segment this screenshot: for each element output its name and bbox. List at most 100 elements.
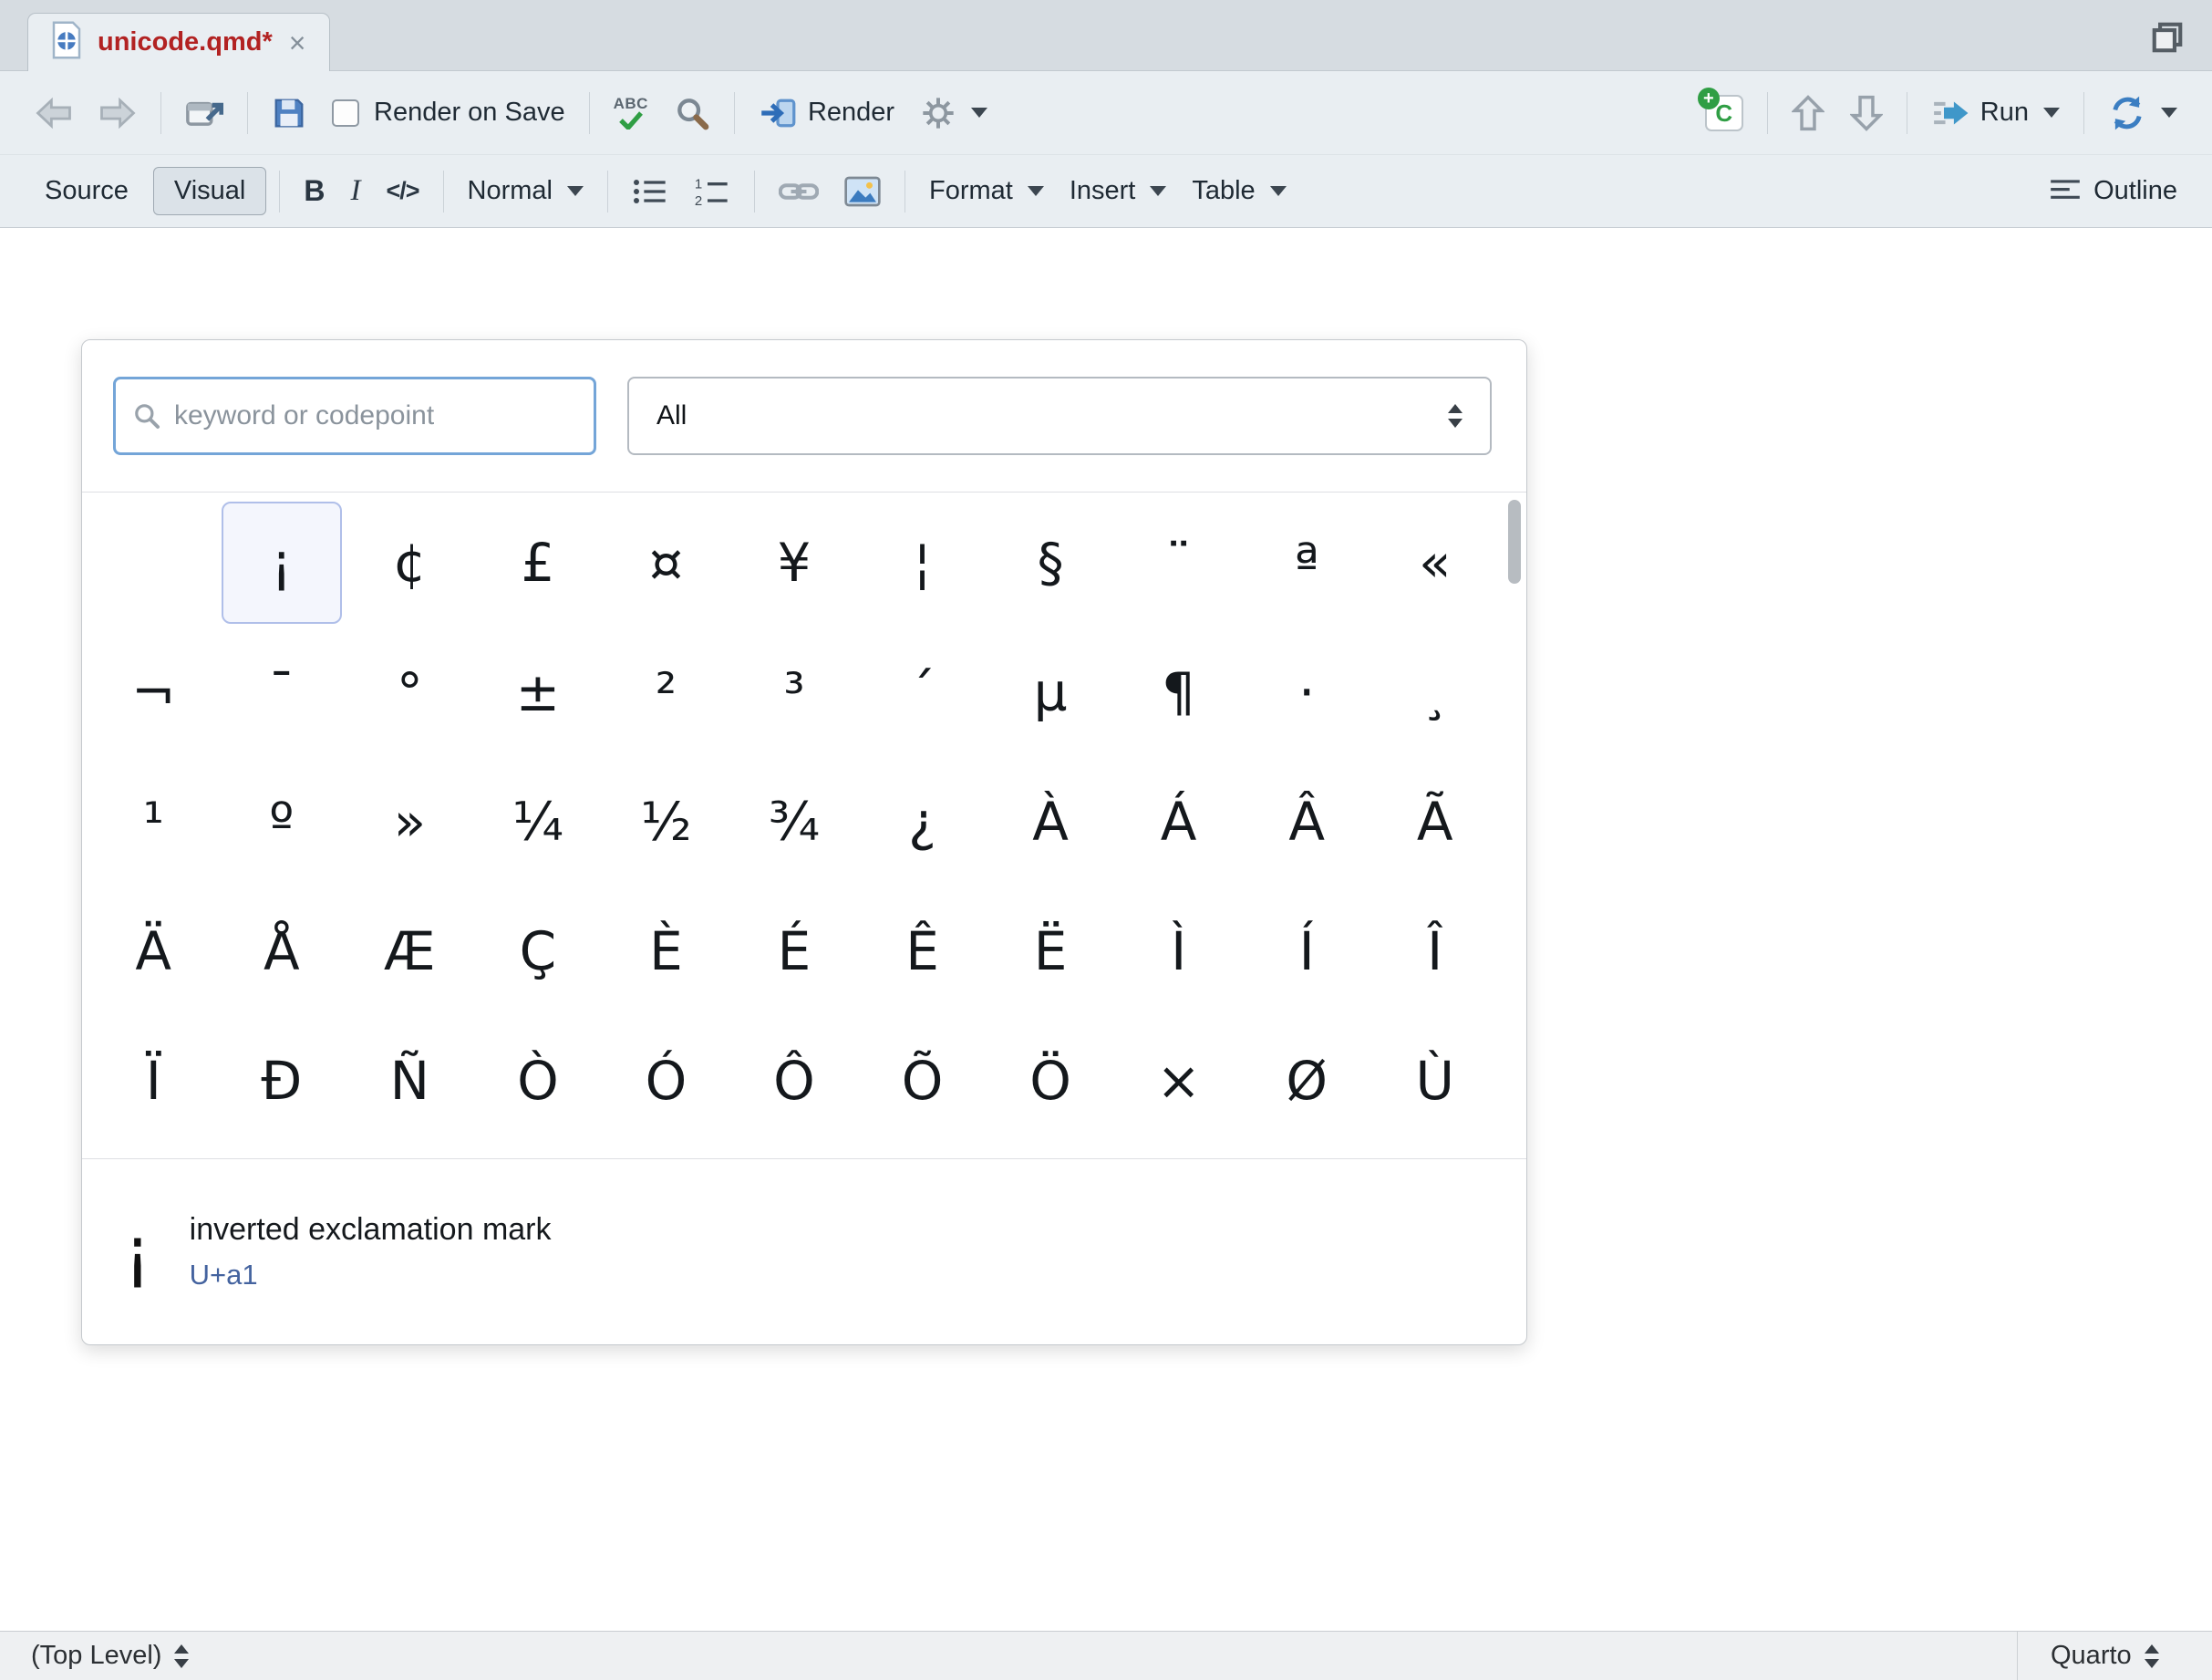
next-chunk-button[interactable]: [1839, 88, 1894, 139]
symbol-cell[interactable]: ¯: [222, 631, 343, 753]
symbol-cell[interactable]: ×: [1118, 1020, 1239, 1142]
symbol-cell[interactable]: Ô: [734, 1020, 855, 1142]
symbol-cell[interactable]: ¢: [349, 502, 470, 624]
symbol-cell[interactable]: Ã: [1374, 761, 1495, 883]
spellcheck-icon: ABC: [614, 96, 648, 130]
insert-chunk-button[interactable]: C +: [1694, 88, 1754, 139]
symbol-cell[interactable]: Õ: [862, 1020, 983, 1142]
find-button[interactable]: [663, 88, 721, 139]
numbered-list-button[interactable]: 1 2: [683, 169, 741, 214]
symbol-cell[interactable]: Ù: [1374, 1020, 1495, 1142]
symbol-cell[interactable]: Á: [1118, 761, 1239, 883]
symbol-cell[interactable]: Ö: [990, 1020, 1111, 1142]
tab-close-icon[interactable]: ×: [287, 28, 308, 57]
symbol-cell[interactable]: Î: [1374, 890, 1495, 1012]
symbol-cell[interactable]: Í: [1246, 890, 1368, 1012]
format-dropdown[interactable]: Format: [918, 169, 1055, 213]
image-button[interactable]: [833, 169, 892, 214]
symbol-cell[interactable]: ¶: [1118, 631, 1239, 753]
source-mode-button[interactable]: Source: [24, 167, 150, 215]
symbol-cell[interactable]: Ç: [478, 890, 599, 1012]
source-menu-button[interactable]: [2097, 87, 2188, 140]
outline-toggle[interactable]: Outline: [2037, 169, 2188, 213]
symbol-cell[interactable]: ¼: [478, 761, 599, 883]
symbol-cell[interactable]: ª: [1246, 502, 1368, 624]
symbol-category-select[interactable]: All: [627, 377, 1492, 455]
symbol-cell[interactable]: Ó: [605, 1020, 727, 1142]
symbol-cell[interactable]: §: [990, 502, 1111, 624]
open-in-new-window-button[interactable]: [174, 88, 234, 138]
back-button[interactable]: [24, 89, 84, 137]
visual-mode-button[interactable]: Visual: [153, 167, 266, 215]
symbol-cell[interactable]: É: [734, 890, 855, 1012]
symbol-cell[interactable]: ¸: [1374, 631, 1495, 753]
render-settings-button[interactable]: [909, 88, 998, 139]
symbol-cell[interactable]: ¡: [222, 502, 343, 624]
symbol-cell[interactable]: Ä: [93, 890, 214, 1012]
paragraph-style-dropdown[interactable]: Normal: [457, 169, 594, 213]
symbol-cell[interactable]: ¦: [862, 502, 983, 624]
render-on-save-label: Render on Save: [374, 98, 565, 128]
italic-button[interactable]: I: [339, 167, 371, 215]
code-button[interactable]: </>: [375, 170, 429, 213]
symbol-cell[interactable]: [93, 502, 214, 624]
grid-scrollbar-thumb[interactable]: [1508, 500, 1521, 584]
symbol-cell[interactable]: µ: [990, 631, 1111, 753]
insert-dropdown[interactable]: Insert: [1059, 169, 1178, 213]
symbol-cell[interactable]: ¤: [605, 502, 727, 624]
save-button[interactable]: [261, 88, 317, 138]
symbol-cell[interactable]: °: [349, 631, 470, 753]
symbol-cell[interactable]: º: [222, 761, 343, 883]
symbol-cell[interactable]: ¥: [734, 502, 855, 624]
preview-symbol-name: inverted exclamation mark: [190, 1212, 552, 1248]
symbol-cell[interactable]: ´: [862, 631, 983, 753]
symbol-cell[interactable]: ¹: [93, 761, 214, 883]
toolbar-separator: [443, 171, 444, 213]
symbol-cell[interactable]: ¾: [734, 761, 855, 883]
link-button[interactable]: [768, 171, 830, 213]
symbol-cell[interactable]: Ì: [1118, 890, 1239, 1012]
symbol-cell[interactable]: ±: [478, 631, 599, 753]
symbol-cell[interactable]: ¿: [862, 761, 983, 883]
symbol-cell[interactable]: Â: [1246, 761, 1368, 883]
bullet-list-button[interactable]: [621, 169, 679, 214]
render-on-save-checkbox[interactable]: [332, 99, 359, 127]
editor-surface[interactable]: All ¡¢£¤¥¦§¨ª« ¬¯°±²³´µ¶·¸ ¹º»¼½¾¿ÀÁÂÃ ÄÅÆÇ…: [0, 228, 2212, 1631]
forward-button[interactable]: [88, 89, 148, 137]
symbol-cell[interactable]: È: [605, 890, 727, 1012]
symbol-cell[interactable]: ¨: [1118, 502, 1239, 624]
grid-scrollbar[interactable]: [1508, 500, 1521, 1151]
previous-chunk-button[interactable]: [1781, 88, 1835, 139]
symbol-cell[interactable]: Ò: [478, 1020, 599, 1142]
symbol-cell[interactable]: Å: [222, 890, 343, 1012]
symbol-cell[interactable]: À: [990, 761, 1111, 883]
symbol-cell[interactable]: ·: [1246, 631, 1368, 753]
scope-selector[interactable]: (Top Level): [26, 1640, 194, 1672]
symbol-cell[interactable]: ¬: [93, 631, 214, 753]
symbol-cell[interactable]: Ñ: [349, 1020, 470, 1142]
symbol-cell[interactable]: »: [349, 761, 470, 883]
symbol-cell[interactable]: Ø: [1246, 1020, 1368, 1142]
symbol-cell[interactable]: ²: [605, 631, 727, 753]
numbered-list-icon: 1 2: [694, 176, 730, 207]
symbol-cell[interactable]: Ï: [93, 1020, 214, 1142]
run-button[interactable]: Run: [1920, 90, 2071, 136]
symbol-cell[interactable]: ½: [605, 761, 727, 883]
symbol-cell[interactable]: «: [1374, 502, 1495, 624]
image-icon: [844, 176, 881, 207]
render-on-save-toggle[interactable]: Render on Save: [321, 98, 576, 128]
maximize-button[interactable]: [2150, 20, 2185, 59]
table-dropdown[interactable]: Table: [1181, 169, 1297, 213]
symbol-cell[interactable]: Æ: [349, 890, 470, 1012]
symbol-cell[interactable]: Ð: [222, 1020, 343, 1142]
symbol-cell[interactable]: £: [478, 502, 599, 624]
symbol-cell[interactable]: ³: [734, 631, 855, 753]
symbol-search-input[interactable]: [172, 399, 577, 432]
symbol-cell[interactable]: Ë: [990, 890, 1111, 1012]
symbol-cell[interactable]: Ê: [862, 890, 983, 1012]
spellcheck-button[interactable]: ABC: [603, 88, 659, 137]
editor-mode-selector[interactable]: Quarto: [2045, 1640, 2165, 1672]
render-button[interactable]: Render: [748, 89, 905, 137]
bold-button[interactable]: B: [293, 167, 336, 215]
tab-unicode-qmd[interactable]: unicode.qmd* ×: [27, 13, 330, 71]
